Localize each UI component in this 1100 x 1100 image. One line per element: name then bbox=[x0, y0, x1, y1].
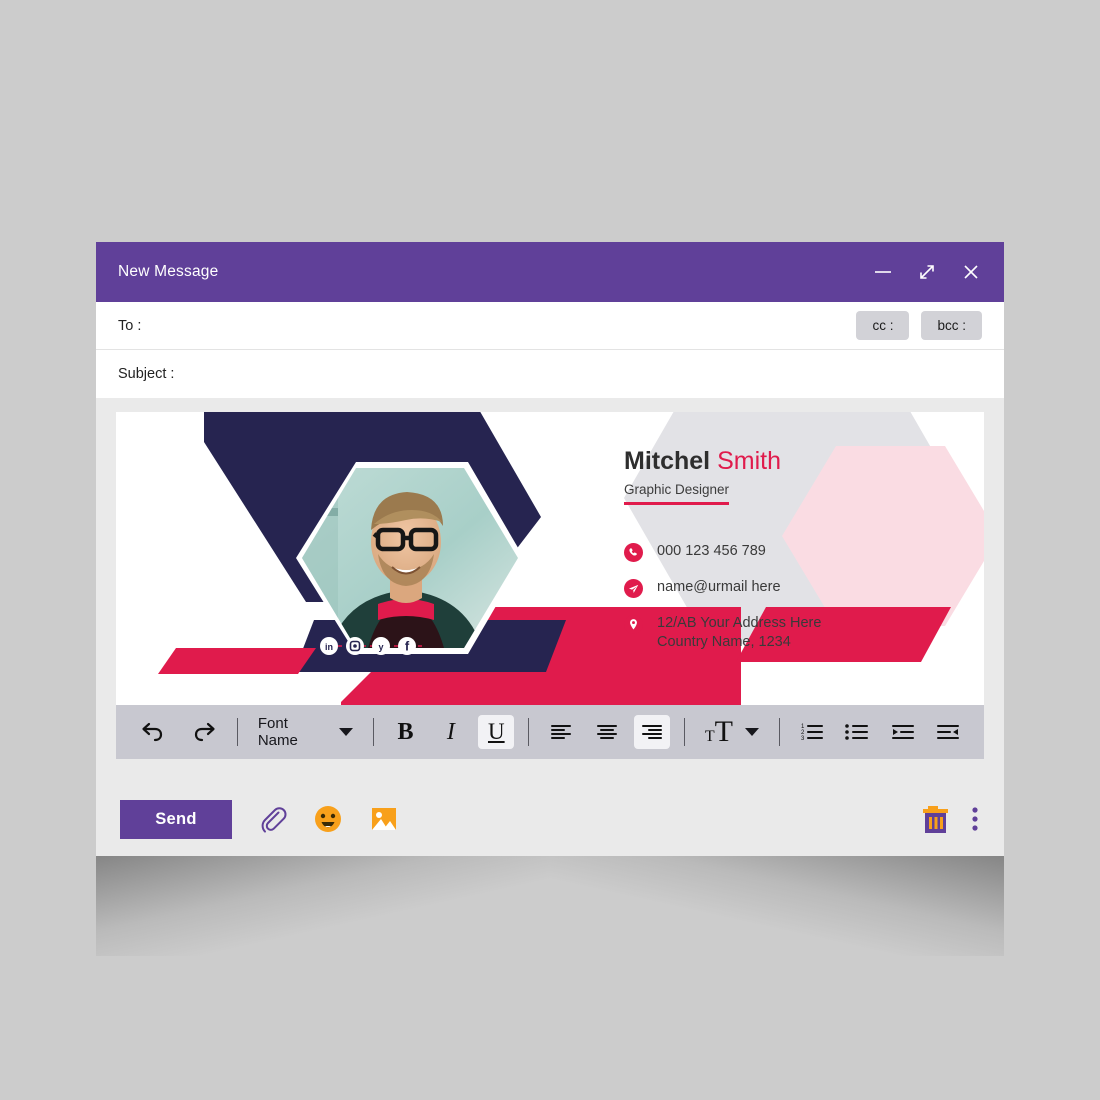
email-signature-banner: in y f Mitchel Smith Graphic Designer 00… bbox=[116, 412, 984, 705]
signature-last-name: Smith bbox=[717, 447, 781, 475]
compose-action-bar: Send bbox=[96, 782, 1004, 856]
to-label: To : bbox=[118, 317, 142, 334]
insert-image-icon[interactable] bbox=[368, 803, 400, 835]
subject-label: Subject : bbox=[118, 366, 175, 382]
numbered-list-button[interactable]: 123 bbox=[794, 715, 830, 749]
dialog-title: New Message bbox=[118, 263, 219, 280]
subject-row[interactable]: Subject : bbox=[96, 350, 1004, 398]
chevron-down-icon bbox=[338, 728, 353, 736]
decrease-indent-button[interactable] bbox=[930, 715, 966, 749]
contact-phone-text: 000 123 456 789 bbox=[657, 543, 766, 559]
svg-text:3: 3 bbox=[801, 736, 805, 742]
font-size-glyph: TT bbox=[704, 715, 733, 748]
chevron-down-icon bbox=[745, 728, 759, 736]
signature-contact-list: 000 123 456 789 name@urmail here 12/AB Y… bbox=[624, 542, 821, 669]
shadow-left-half bbox=[96, 856, 550, 956]
contact-email-text: name@urmail here bbox=[657, 579, 781, 595]
toolbar-divider bbox=[236, 718, 238, 746]
send-button[interactable]: Send bbox=[120, 799, 232, 839]
toolbar-divider bbox=[528, 718, 530, 746]
bullet-list-button[interactable] bbox=[839, 715, 875, 749]
expand-icon[interactable] bbox=[916, 261, 938, 283]
message-body[interactable]: in y f Mitchel Smith Graphic Designer 00… bbox=[96, 398, 1004, 705]
cc-button[interactable]: cc : bbox=[856, 311, 910, 340]
align-right-button[interactable] bbox=[634, 715, 670, 749]
bcc-button[interactable]: bcc : bbox=[921, 311, 982, 340]
attachment-icon[interactable] bbox=[256, 803, 288, 835]
address-line-2: Country Name, 1234 bbox=[657, 634, 791, 651]
toolbar-divider bbox=[779, 718, 780, 746]
emoji-icon[interactable] bbox=[312, 803, 344, 835]
undo-button[interactable] bbox=[134, 715, 170, 749]
font-size-dropdown[interactable]: TT bbox=[699, 715, 765, 749]
address-line-1: 12/AB Your Address Here bbox=[657, 615, 822, 631]
cc-bcc-group: cc : bcc : bbox=[856, 311, 982, 340]
svg-text:f: f bbox=[405, 639, 410, 654]
increase-indent-button[interactable] bbox=[885, 715, 921, 749]
action-bar-right bbox=[920, 802, 980, 836]
phone-icon bbox=[624, 543, 643, 562]
font-name-label: Font Name bbox=[257, 715, 298, 749]
align-center-button[interactable] bbox=[589, 715, 625, 749]
location-pin-icon bbox=[624, 615, 643, 634]
to-row[interactable]: To : cc : bcc : bbox=[96, 302, 1004, 350]
contact-phone: 000 123 456 789 bbox=[624, 542, 821, 562]
shadow-right-half bbox=[550, 856, 1004, 956]
dialog-drop-shadow bbox=[96, 856, 1004, 956]
close-icon[interactable] bbox=[960, 261, 982, 283]
font-name-dropdown[interactable]: Font Name bbox=[252, 715, 359, 749]
svg-text:in: in bbox=[325, 642, 333, 652]
italic-button[interactable]: I bbox=[433, 715, 469, 749]
send-mail-icon bbox=[624, 579, 643, 598]
signature-first-name: Mitchel bbox=[624, 447, 711, 475]
bold-button[interactable]: B bbox=[388, 715, 424, 749]
signature-name: Mitchel Smith bbox=[624, 447, 954, 476]
screen: New Message To: cc: bcc: Subject: in… bbox=[0, 0, 1100, 1100]
dialog-titlebar: New Message bbox=[96, 242, 1004, 302]
signature-identity: Mitchel Smith Graphic Designer bbox=[624, 447, 954, 505]
window-controls bbox=[872, 261, 982, 283]
new-message-dialog: New Message To: cc: bcc: Subject: in… bbox=[96, 242, 1004, 856]
contact-address-text: 12/AB Your Address Here Country Name, 12… bbox=[657, 614, 821, 653]
toolbar-divider bbox=[683, 718, 685, 746]
align-left-button[interactable] bbox=[543, 715, 579, 749]
underline-button[interactable]: U bbox=[478, 715, 515, 749]
minimize-icon[interactable] bbox=[872, 261, 894, 283]
svg-text:y: y bbox=[378, 642, 383, 652]
more-options-icon[interactable] bbox=[970, 803, 980, 835]
delete-icon[interactable] bbox=[920, 802, 952, 836]
formatting-toolbar: Font Name B I U TT 1 2 3 bbox=[116, 705, 984, 759]
contact-email: name@urmail here bbox=[624, 578, 821, 598]
signature-role: Graphic Designer bbox=[624, 482, 730, 505]
redo-button[interactable] bbox=[187, 715, 223, 749]
contact-address: 12/AB Your Address Here Country Name, 12… bbox=[624, 614, 821, 653]
toolbar-divider bbox=[372, 718, 374, 746]
